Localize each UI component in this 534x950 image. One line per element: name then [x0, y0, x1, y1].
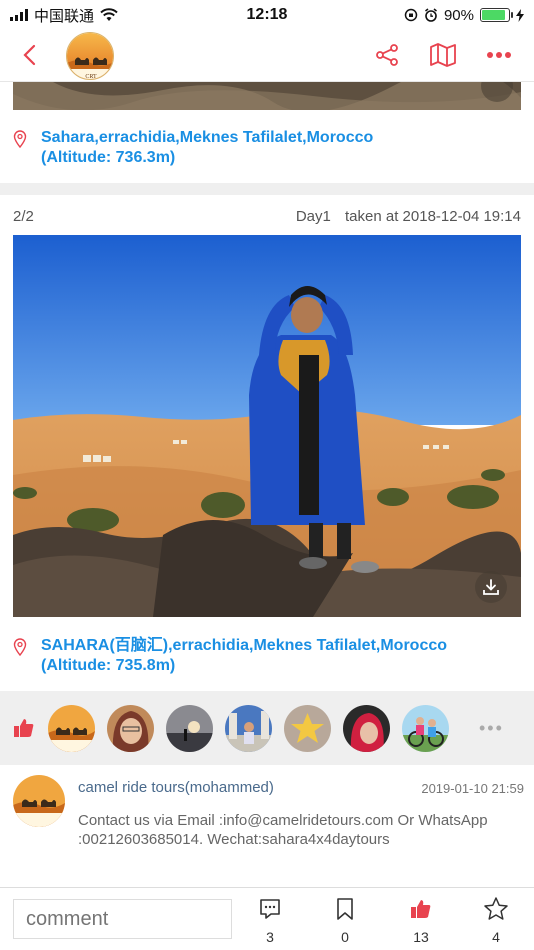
liker-avatar[interactable]: [48, 704, 95, 752]
back-button[interactable]: [18, 42, 40, 68]
thumbs-up-icon: [411, 900, 431, 918]
chevron-left-icon: [23, 44, 36, 66]
liker-avatar[interactable]: [402, 704, 449, 752]
download-button[interactable]: [475, 571, 507, 603]
liker-avatar[interactable]: [107, 704, 154, 752]
likes-row: •••: [0, 691, 534, 765]
liker-avatar[interactable]: [343, 704, 390, 752]
previous-photo[interactable]: [13, 82, 521, 110]
location-info[interactable]: SAHARA(百脑汇),errachidia,Meknes Tafilalet,…: [13, 636, 447, 676]
carrier-label: 中国联通: [34, 7, 95, 25]
comment-input[interactable]: [13, 899, 232, 939]
favorites-count: 4: [492, 929, 500, 945]
brand-logo[interactable]: CRT: [66, 32, 114, 80]
battery-percent: 90%: [443, 6, 474, 24]
favorite-button[interactable]: 4: [476, 896, 516, 945]
download-icon: [483, 579, 499, 595]
like-button[interactable]: 13: [401, 896, 441, 945]
battery-icon: [480, 8, 513, 22]
comments-count: 3: [266, 929, 274, 945]
likes-count: 13: [413, 929, 429, 945]
alarm-icon: [425, 8, 437, 22]
charging-icon: [516, 8, 524, 22]
location-altitude: (Altitude: 735.8m): [41, 657, 176, 674]
star-icon: [484, 897, 508, 920]
comment-avatar[interactable]: [13, 775, 65, 827]
photo-meta: 2/2 Day1 taken at 2018-12-04 19:14: [13, 208, 521, 225]
bookmarks-count: 0: [341, 929, 349, 945]
more-options-button[interactable]: [484, 40, 514, 70]
comments-button[interactable]: 3: [250, 896, 290, 945]
location-pin-icon: [13, 130, 27, 148]
thumbs-up-icon: [14, 719, 34, 737]
section-divider: [0, 183, 534, 195]
liker-avatar[interactable]: [284, 704, 331, 752]
bookmark-icon: [337, 898, 353, 920]
location-pin-icon: [13, 638, 27, 656]
signal-icon: [10, 9, 28, 21]
location-info[interactable]: Sahara,errachidia,Meknes Tafilalet,Moroc…: [13, 128, 373, 168]
liker-avatar[interactable]: [225, 704, 272, 752]
status-bar: 中国联通 12:18 90%: [0, 0, 534, 30]
comment-author[interactable]: camel ride tours(mohammed): [78, 779, 274, 796]
wifi-icon: [100, 8, 118, 21]
comment-icon: [260, 899, 280, 919]
comment-date: 2019-01-10 21:59: [421, 781, 524, 796]
map-button[interactable]: [428, 40, 458, 70]
comment-text: Contact us via Email :info@camelridetour…: [78, 812, 488, 848]
svg-text:CRT: CRT: [85, 74, 97, 80]
location-name: SAHARA(百脑汇),errachidia,Meknes Tafilalet,…: [41, 637, 448, 654]
map-icon: [430, 43, 456, 67]
more-dots-icon: [487, 52, 511, 58]
photo-index: 2/2: [13, 208, 34, 225]
bottom-action-bar: 3 0 13 4: [0, 887, 534, 950]
photo-day: Day1: [295, 208, 331, 225]
location-name: Sahara,errachidia,Meknes Tafilalet,Moroc…: [41, 129, 374, 146]
share-icon: [376, 44, 398, 66]
location-altitude: (Altitude: 736.3m): [41, 149, 176, 166]
more-likers-button[interactable]: •••: [479, 718, 504, 739]
liker-avatar[interactable]: [166, 704, 213, 752]
comment-item: camel ride tours(mohammed) 2019-01-10 21…: [0, 766, 534, 886]
share-button[interactable]: [372, 40, 402, 70]
bookmark-button[interactable]: 0: [325, 896, 365, 945]
photo-taken-at: taken at 2018-12-04 19:14: [345, 208, 521, 225]
nav-bar: CRT: [0, 30, 534, 82]
main-photo[interactable]: [13, 235, 521, 617]
rotation-lock-icon: [404, 8, 418, 22]
